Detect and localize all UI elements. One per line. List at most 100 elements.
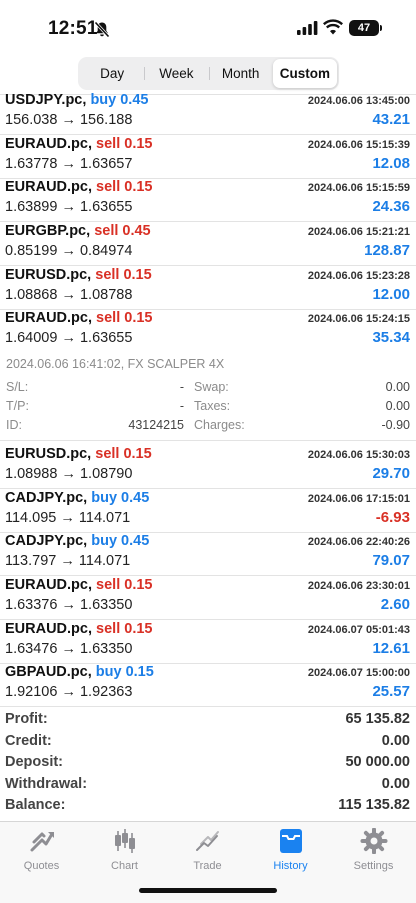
arrow-icon: → xyxy=(61,199,76,215)
deal-profit: 128.87 xyxy=(364,242,410,259)
tab-chart[interactable]: Chart xyxy=(83,828,166,872)
tab-label: Quotes xyxy=(23,860,60,872)
deal-close-price: 1.08788 xyxy=(79,287,133,303)
id-label: ID: xyxy=(6,418,22,432)
deal-row[interactable]: EURAUD.pc, sell 0.15 1.63376 → 1.63350 2… xyxy=(0,576,416,620)
bell-off-icon xyxy=(94,21,110,38)
deal-open-price: 1.08988 xyxy=(5,466,58,482)
chart-icon xyxy=(114,829,135,853)
deal-close-price: 114.071 xyxy=(78,510,131,526)
deal-symbol: CADJPY.pc, xyxy=(5,490,88,506)
deal-open-price: 1.08868 xyxy=(5,287,58,303)
arrow-icon: → xyxy=(61,112,76,128)
deal-row[interactable]: CADJPY.pc, buy 0.45 113.797 → 114.071 20… xyxy=(0,532,416,576)
tab-settings[interactable]: Settings xyxy=(332,828,415,872)
deal-symbol: USDJPY.pc, xyxy=(5,92,87,108)
deal-datetime: 2024.06.06 23:30:01 xyxy=(307,580,410,592)
deal-close-price: 1.63350 xyxy=(79,597,133,613)
charges-label: Charges: xyxy=(194,418,245,432)
deal-open-price: 1.92106 xyxy=(5,684,58,700)
deal-open-price: 113.797 xyxy=(5,553,57,569)
tab-custom[interactable]: Custom xyxy=(272,59,337,88)
summary-value: 0.00 xyxy=(381,775,410,792)
summary-value: 65 135.82 xyxy=(345,711,410,727)
tab-day[interactable]: Day xyxy=(80,59,144,88)
tab-quotes[interactable]: Quotes xyxy=(0,828,83,872)
battery-indicator: 47 xyxy=(349,20,379,36)
deal-row[interactable]: CADJPY.pc, buy 0.45 114.095 → 114.071 20… xyxy=(0,489,416,533)
summary-row-credit: Credit: 0.00 xyxy=(0,733,416,755)
deal-row-expanded[interactable]: EURAUD.pc, sell 0.15 1.64009 → 1.63655 2… xyxy=(0,309,416,353)
tab-label: Trade xyxy=(193,860,222,872)
deal-datetime: 2024.06.06 17:15:01 xyxy=(307,493,410,505)
details-row-id-charges: ID: 43124215 Charges: -0.90 xyxy=(6,418,410,436)
summary-value: 50 000.00 xyxy=(345,754,410,770)
taxes-value: 0.00 xyxy=(385,399,410,413)
deal-profit: 79.07 xyxy=(372,552,410,569)
swap-value: 0.00 xyxy=(385,380,410,394)
deal-open-price: 114.095 xyxy=(5,510,57,526)
quotes-icon xyxy=(30,832,54,852)
sl-label: S/L: xyxy=(6,380,29,394)
deal-profit: 35.34 xyxy=(372,329,410,346)
tab-history[interactable]: History xyxy=(249,828,332,872)
arrow-icon: → xyxy=(61,156,76,172)
deal-symbol: EURUSD.pc, xyxy=(5,267,92,283)
taxes-label: Taxes: xyxy=(194,399,231,413)
summary-row-deposit: Deposit: 50 000.00 xyxy=(0,754,416,776)
deal-row[interactable]: EURUSD.pc, sell 0.15 1.08988 → 1.08790 2… xyxy=(0,445,416,489)
history-icon xyxy=(279,829,302,853)
deal-open-price: 1.63778 xyxy=(5,156,58,172)
deal-open-price: 1.63376 xyxy=(5,597,58,613)
deal-close-price: 1.92363 xyxy=(79,684,133,700)
deal-volume: buy 0.45 xyxy=(91,533,150,549)
details-divider xyxy=(0,440,416,441)
tab-month[interactable]: Month xyxy=(208,59,273,88)
deal-row[interactable]: GBPAUD.pc, buy 0.15 1.92106 → 1.92363 20… xyxy=(0,663,416,707)
arrow-icon: → xyxy=(61,243,76,259)
deal-open-price: 1.63899 xyxy=(5,199,58,215)
deal-close-price: 114.071 xyxy=(78,553,131,569)
deal-row[interactable]: EURAUD.pc, sell 0.15 1.63476 → 1.63350 2… xyxy=(0,620,416,664)
deal-close-price: 1.63657 xyxy=(79,156,133,172)
deal-datetime: 2024.06.07 05:01:43 xyxy=(307,624,410,636)
status-time: 12:51 xyxy=(48,18,98,39)
deal-symbol: CADJPY.pc, xyxy=(5,533,88,549)
deal-datetime: 2024.06.06 13:45:00 xyxy=(307,95,410,107)
deal-symbol: EURAUD.pc, xyxy=(5,310,93,326)
arrow-icon: → xyxy=(61,330,76,346)
account-summary: Profit: 65 135.82 Credit: 0.00 Deposit: … xyxy=(0,711,416,819)
deal-open-price: 156.038 xyxy=(5,112,58,128)
deal-open-price: 1.64009 xyxy=(5,330,58,346)
details-row-tp-taxes: T/P: - Taxes: 0.00 xyxy=(6,399,410,417)
status-bar: 12:51 47 xyxy=(0,0,416,58)
summary-value: 115 135.82 xyxy=(338,797,410,813)
summary-label: Profit: xyxy=(5,711,48,727)
deal-profit: 24.36 xyxy=(372,198,410,215)
deal-volume: sell 0.15 xyxy=(95,267,152,283)
deal-details-panel: 2024.06.06 16:41:02, FX SCALPER 4X S/L: … xyxy=(0,354,416,446)
summary-value: 0.00 xyxy=(381,732,410,749)
arrow-icon: → xyxy=(61,597,76,613)
deal-profit: 12.61 xyxy=(372,640,410,657)
deal-row[interactable]: EURUSD.pc, sell 0.15 1.08868 → 1.08788 2… xyxy=(0,266,416,310)
deal-volume: sell 0.15 xyxy=(96,577,153,593)
deal-datetime: 2024.06.06 22:40:26 xyxy=(307,536,410,548)
deal-row[interactable]: USDJPY.pc, buy 0.45 156.038 → 156.188 20… xyxy=(0,91,416,135)
deal-row[interactable]: EURAUD.pc, sell 0.15 1.63899 → 1.63655 2… xyxy=(0,178,416,222)
deal-profit: 12.00 xyxy=(372,286,410,303)
tab-label: History xyxy=(273,860,308,872)
tab-week[interactable]: Week xyxy=(144,59,208,88)
summary-row-balance: Balance: 115 135.82 xyxy=(0,797,416,819)
deal-profit: 12.08 xyxy=(372,155,410,172)
deal-symbol: EURGBP.pc, xyxy=(5,223,91,239)
deal-profit: 29.70 xyxy=(372,465,410,482)
summary-row-profit: Profit: 65 135.82 xyxy=(0,711,416,733)
deal-profit: 2.60 xyxy=(380,596,410,613)
deal-datetime: 2024.06.06 15:21:21 xyxy=(307,226,410,238)
deal-datetime: 2024.06.06 15:24:15 xyxy=(307,313,410,325)
tab-trade[interactable]: Trade xyxy=(166,828,249,872)
deal-row[interactable]: EURGBP.pc, sell 0.45 0.85199 → 0.84974 2… xyxy=(0,222,416,266)
deal-row[interactable]: EURAUD.pc, sell 0.15 1.63778 → 1.63657 2… xyxy=(0,135,416,179)
deal-details-header: 2024.06.06 16:41:02, FX SCALPER 4X xyxy=(6,357,225,371)
